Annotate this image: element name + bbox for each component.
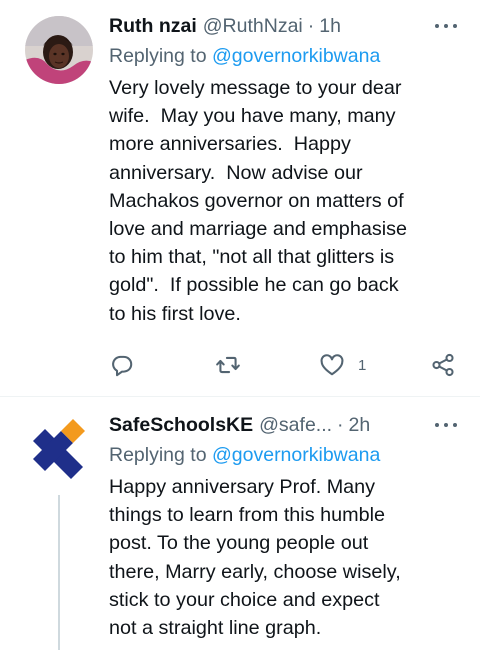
avatar[interactable]: [25, 415, 93, 483]
tweet-body: Ruth nzai @RuthNzai · 1h Replying to @go…: [109, 12, 460, 328]
tweet-body: SafeSchoolsKE @safe... · 2h Replying to …: [109, 411, 460, 642]
tweet-text: Happy anniversary Prof. Many things to l…: [109, 476, 401, 640]
separator-dot: ·: [307, 14, 315, 37]
avatar[interactable]: [25, 16, 93, 84]
author-handle[interactable]: @safe...: [259, 414, 332, 437]
reply-icon: [112, 355, 133, 377]
replying-to-label: Replying to: [109, 444, 207, 466]
like-icon: [320, 354, 344, 376]
tweet[interactable]: Ruth nzai @RuthNzai · 1h Replying to @go…: [0, 0, 480, 397]
more-icon[interactable]: [432, 413, 460, 437]
timestamp[interactable]: 2h: [349, 414, 371, 437]
share-button[interactable]: [430, 352, 456, 378]
tweet[interactable]: SafeSchoolsKE @safe... · 2h Replying to …: [0, 397, 480, 650]
avatar-photo: [25, 16, 93, 84]
author-name[interactable]: SafeSchoolsKE: [109, 414, 253, 437]
mention-link[interactable]: @governorkibwana: [212, 444, 380, 466]
author-handle[interactable]: @RuthNzai: [203, 15, 303, 38]
timestamp[interactable]: 1h: [319, 15, 341, 38]
like-button[interactable]: 1: [319, 352, 366, 378]
reply-button[interactable]: [109, 352, 135, 378]
retweet-button[interactable]: [215, 352, 241, 378]
safeschools-logo: [25, 415, 93, 483]
action-bar: 1: [109, 348, 456, 382]
separator-dot: ·: [337, 413, 344, 436]
like-count: 1: [358, 356, 367, 374]
tweet-text: Very lovely message to your dear wife. M…: [109, 77, 407, 325]
mention-link[interactable]: @governorkibwana: [212, 45, 380, 67]
author-name[interactable]: Ruth nzai: [109, 15, 197, 38]
tweet-header: SafeSchoolsKE @safe... · 2h: [109, 411, 460, 439]
tweet-header: Ruth nzai @RuthNzai · 1h: [109, 12, 460, 40]
replying-to: Replying to @governorkibwana: [109, 441, 460, 469]
thread-line: [58, 495, 60, 650]
more-icon[interactable]: [432, 14, 460, 38]
replying-to: Replying to @governorkibwana: [109, 42, 460, 70]
share-icon: [432, 353, 454, 377]
replying-to-label: Replying to: [109, 45, 207, 67]
retweet-icon: [216, 356, 240, 374]
